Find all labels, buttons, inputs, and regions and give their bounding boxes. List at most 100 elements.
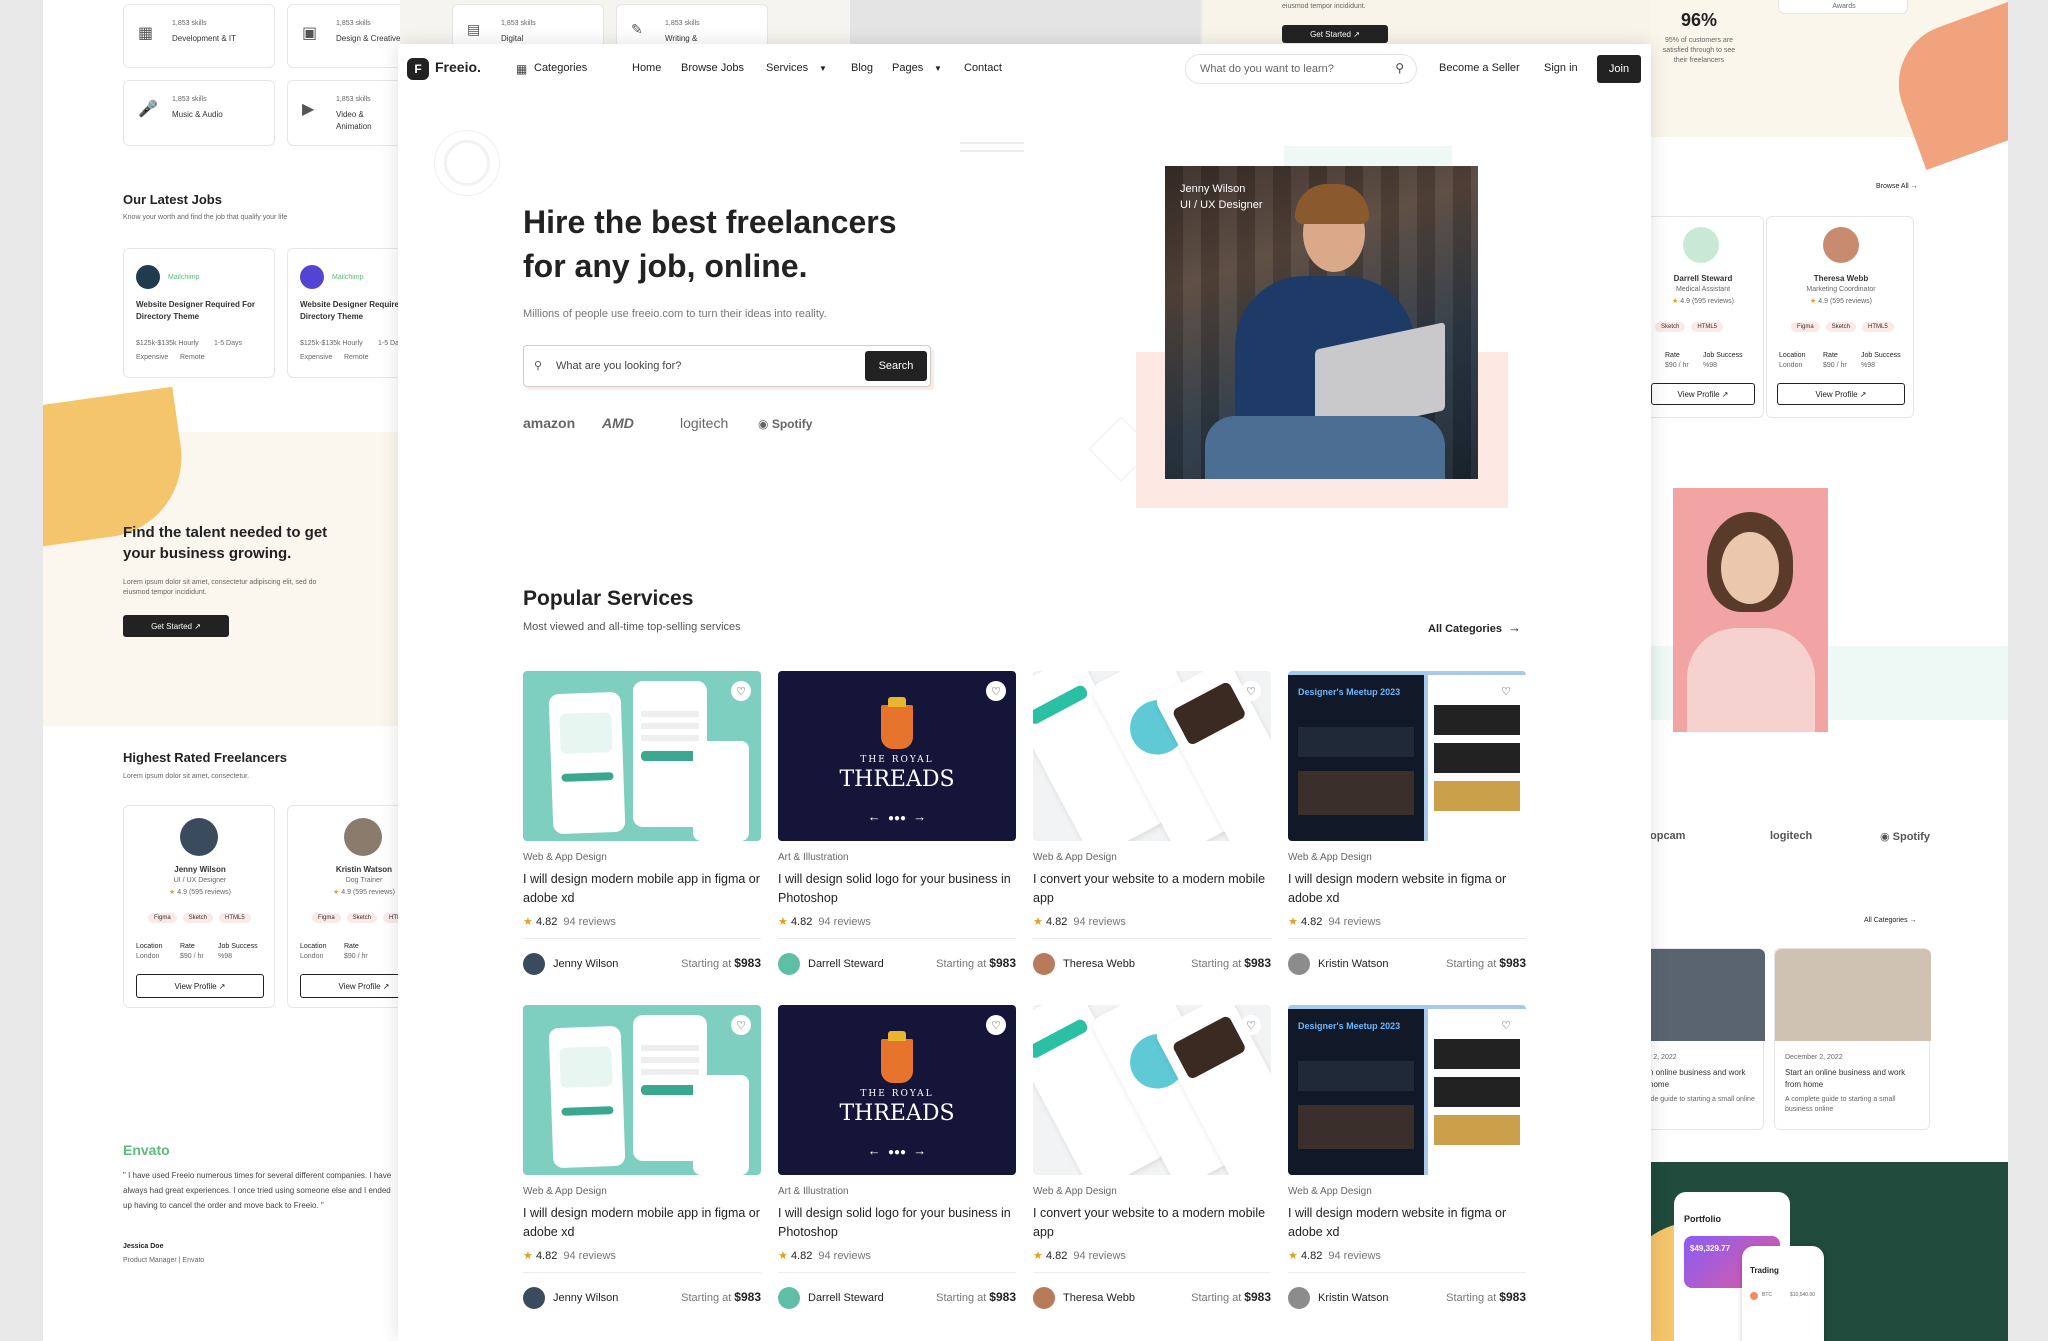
top-search-input[interactable]: What do you want to learn? ⚲ (1185, 54, 1417, 84)
author-name[interactable]: Jenny Wilson (553, 958, 618, 970)
rating: 4.9 (1818, 298, 1828, 305)
job-pay: $125k-$135k Hourly (300, 340, 363, 347)
heart-icon[interactable]: ♡ (731, 681, 751, 701)
author-name[interactable]: Darrell Steward (808, 1292, 884, 1304)
service-thumbnail[interactable]: Designer's Meetup 2023 ♡ (1288, 1005, 1526, 1175)
nav-home[interactable]: Home (632, 62, 661, 74)
service-title[interactable]: I will design solid logo for your busine… (778, 870, 1016, 908)
browse-all-link[interactable]: Browse All → (1876, 182, 1918, 192)
view-profile-label: View Profile (174, 981, 217, 991)
sign-in-link[interactable]: Sign in (1544, 62, 1578, 74)
skill-card[interactable]: ✎ 1,853 skills Writing & (616, 4, 768, 48)
nav-pages[interactable]: Pages (892, 62, 923, 74)
author-name[interactable]: Theresa Webb (1063, 1292, 1135, 1304)
carousel-controls[interactable]: ← ●●● → (778, 1143, 1016, 1158)
author-name[interactable]: Kristin Watson (1318, 1292, 1389, 1304)
grid-icon: ▦ (516, 62, 528, 76)
logo-icon[interactable]: F (407, 58, 429, 80)
service-title[interactable]: I convert your website to a modern mobil… (1033, 1204, 1271, 1242)
skill-card[interactable]: ▦ 1,853 skills Development & IT (123, 4, 275, 68)
service-rating: ★ 4.82 94 reviews (778, 1249, 871, 1262)
service-thumbnail[interactable]: ♡ (1033, 671, 1271, 841)
logo-text[interactable]: Freeio. (435, 59, 481, 75)
join-button[interactable]: Join (1597, 55, 1641, 83)
latest-jobs-subtitle: Know your worth and find the job that qu… (123, 214, 288, 221)
view-profile-button[interactable]: View Profile ↗ (1651, 383, 1755, 405)
service-card[interactable]: ♡ Web & App Design I will design modern mo… (523, 1005, 761, 1325)
skill-card[interactable]: ▶ 1,853 skills Video & Animation (287, 80, 400, 146)
nav-browse-jobs[interactable]: Browse Jobs (681, 62, 744, 74)
service-title[interactable]: I will design modern website in figma or… (1288, 1204, 1526, 1242)
heart-icon[interactable]: ♡ (1496, 681, 1516, 701)
all-categories-link[interactable]: All Categories → (1864, 916, 1917, 926)
background-block (850, 0, 1200, 44)
service-thumbnail[interactable]: THE ROYAL THREADS ← ●●● → ♡ (778, 671, 1016, 841)
company-logo (136, 265, 160, 289)
service-title[interactable]: I will design modern website in figma or… (1288, 870, 1526, 908)
hero-search-button[interactable]: Search (865, 351, 927, 381)
service-rating: ★ 4.82 94 reviews (778, 915, 871, 928)
service-title[interactable]: I will design modern mobile app in figma… (523, 870, 761, 908)
author-name[interactable]: Theresa Webb (1063, 958, 1135, 970)
skill-card[interactable]: ▤ 1,853 skills Digital (452, 4, 604, 48)
nav-blog[interactable]: Blog (851, 62, 873, 74)
service-thumbnail[interactable]: ♡ (523, 1005, 761, 1175)
view-profile-button[interactable]: View Profile ↗ (300, 974, 400, 998)
service-card[interactable]: ♡ Web & App Design I will design modern mo… (523, 671, 761, 991)
service-card[interactable]: THE ROYAL THREADS ← ●●● → ♡ Art & Illustrati… (778, 1005, 1016, 1325)
view-profile-button[interactable]: View Profile ↗ (1777, 383, 1905, 405)
carousel-controls[interactable]: ← ●●● → (778, 809, 1016, 824)
decor-circle (444, 140, 490, 186)
service-title[interactable]: I convert your website to a modern mobil… (1033, 870, 1271, 908)
chevron-down-icon[interactable]: ▼ (819, 64, 827, 73)
nav-services[interactable]: Services (766, 62, 808, 74)
author-name[interactable]: Jenny Wilson (553, 1292, 618, 1304)
service-card[interactable]: ♡ Web & App Design I convert your website … (1033, 671, 1271, 991)
heart-icon[interactable]: ♡ (1496, 1015, 1516, 1035)
get-started-button[interactable]: Get Started ↗ (1282, 25, 1388, 43)
service-thumbnail[interactable]: ♡ (523, 671, 761, 841)
freelancer-card[interactable]: Theresa Webb Marketing Coordinator ★ 4.9… (1766, 216, 1914, 418)
service-thumbnail[interactable]: ♡ (1033, 1005, 1271, 1175)
freelancer-card[interactable]: Jenny Wilson UI / UX Designer ★ 4.9 (595… (123, 805, 275, 1008)
location-value: London (1779, 362, 1803, 369)
service-card[interactable]: Designer's Meetup 2023 ♡ Web & App Design I… (1288, 1005, 1526, 1325)
get-started-button[interactable]: Get Started ↗ (123, 615, 229, 637)
review-count: 94 reviews (1328, 1250, 1381, 1262)
skill-card[interactable]: 🎤 1,853 skills Music & Audio (123, 80, 275, 146)
service-title[interactable]: I will design modern mobile app in figma… (523, 1204, 761, 1242)
chevron-down-icon[interactable]: ▼ (934, 64, 942, 73)
all-categories-link[interactable]: All Categories → (1428, 620, 1521, 635)
freelancer-card[interactable]: Darrell Steward Medical Assistant ★ 4.9 … (1650, 216, 1764, 418)
author-name[interactable]: Darrell Steward (808, 958, 884, 970)
heart-icon[interactable]: ♡ (1241, 1015, 1261, 1035)
service-title[interactable]: I will design solid logo for your busine… (778, 1204, 1016, 1242)
service-card[interactable]: Designer's Meetup 2023 ♡ Web & App Design I… (1288, 671, 1526, 991)
service-rating: ★ 4.82 94 reviews (523, 915, 616, 928)
service-thumbnail[interactable]: THE ROYAL THREADS ← ●●● → ♡ (778, 1005, 1016, 1175)
heart-icon[interactable]: ♡ (1241, 681, 1261, 701)
service-thumbnail[interactable]: Designer's Meetup 2023 ♡ (1288, 671, 1526, 841)
heart-icon[interactable]: ♡ (986, 1015, 1006, 1035)
nav-contact[interactable]: Contact (964, 62, 1002, 74)
freelancer-name: Darrell Steward (1673, 274, 1733, 283)
blog-card[interactable]: r 2, 2022 n online business and work hom… (1650, 948, 1765, 1130)
blog-image (1650, 949, 1765, 1041)
view-profile-button[interactable]: View Profile ↗ (136, 974, 264, 998)
author-name[interactable]: Kristin Watson (1318, 958, 1389, 970)
blog-card[interactable]: December 2, 2022 Start an online busines… (1774, 948, 1931, 1130)
hero-search-input[interactable]: What are you looking for? (556, 360, 681, 372)
price-value: $983 (989, 1290, 1016, 1304)
search-icon[interactable]: ⚲ (1395, 61, 1404, 75)
service-category: Art & Illustration (778, 1186, 849, 1197)
service-card[interactable]: ♡ Web & App Design I convert your website … (1033, 1005, 1271, 1325)
job-card[interactable]: Mailchimp Website Designer Required For … (123, 248, 275, 378)
freelancer-card[interactable]: Kristin Watson Dog Trainer ★ 4.9 (595 re… (287, 805, 400, 1008)
categories-menu[interactable]: Categories (534, 62, 587, 74)
become-seller-link[interactable]: Become a Seller (1439, 62, 1520, 74)
service-card[interactable]: THE ROYAL THREADS ← ●●● → ♡ Art & Illustrati… (778, 671, 1016, 991)
job-card[interactable]: Mailchimp Website Designer Required For … (287, 248, 400, 378)
heart-icon[interactable]: ♡ (731, 1015, 751, 1035)
skill-card[interactable]: ▣ 1,853 skills Design & Creative (287, 4, 400, 68)
heart-icon[interactable]: ♡ (986, 681, 1006, 701)
